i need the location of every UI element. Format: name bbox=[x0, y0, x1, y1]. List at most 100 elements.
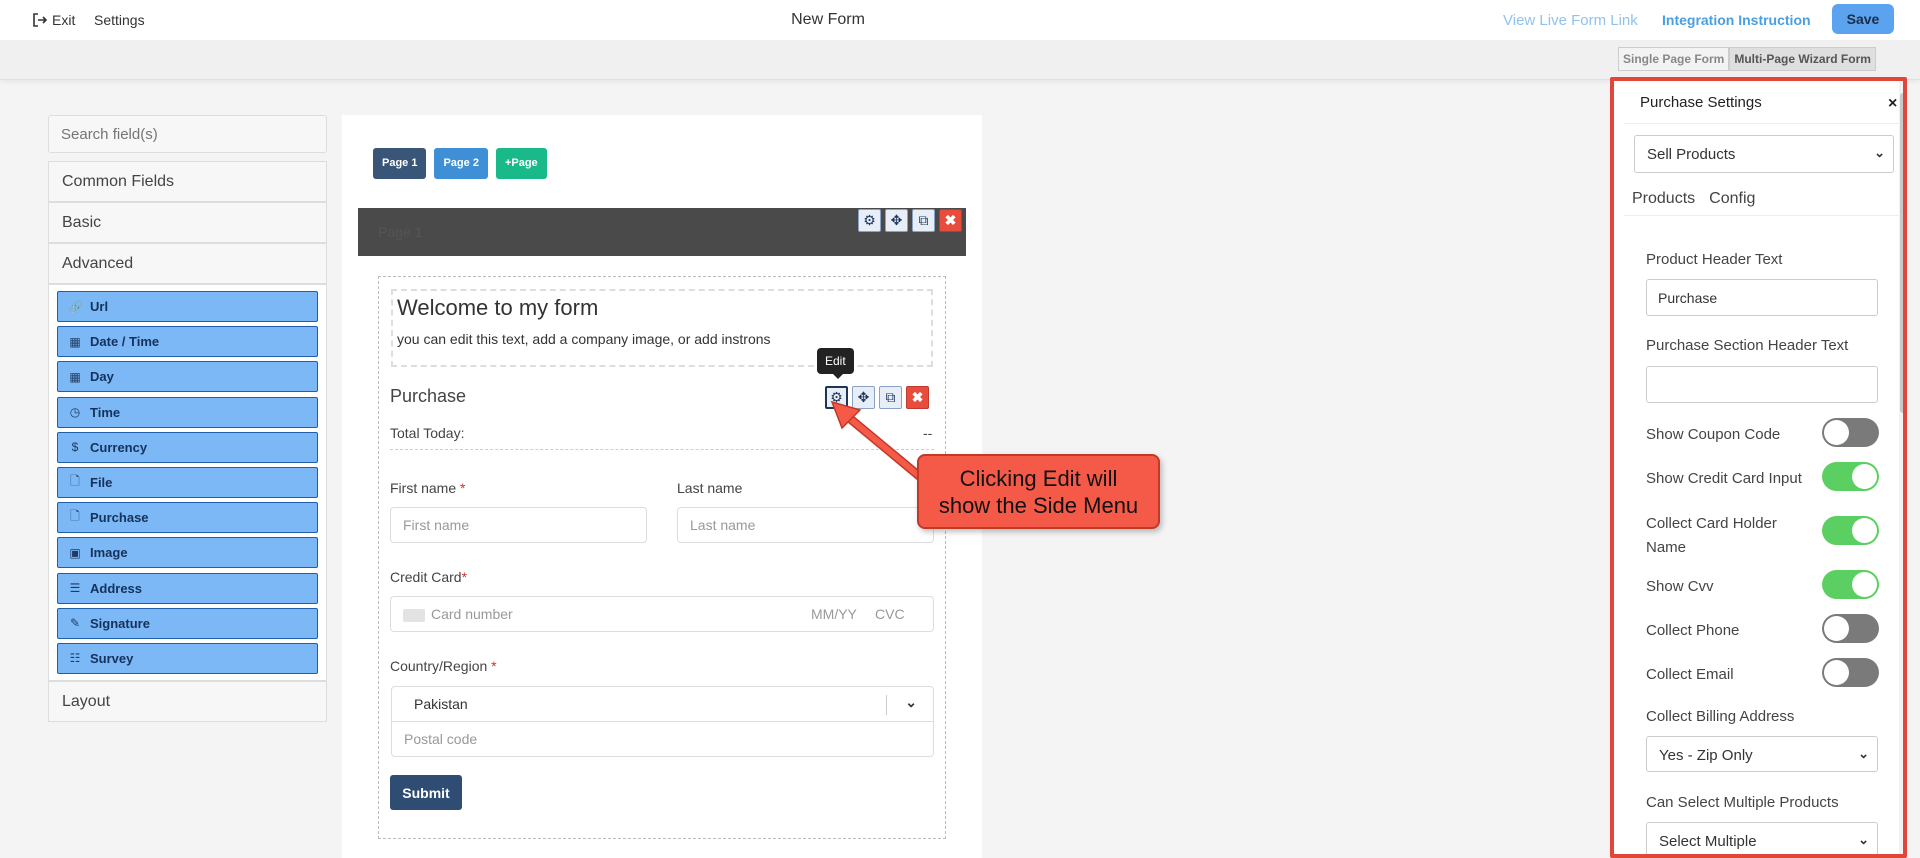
card-number-placeholder: Card number bbox=[431, 606, 513, 622]
accordion-layout[interactable]: Layout bbox=[48, 680, 327, 722]
field-label: Purchase bbox=[90, 510, 149, 526]
link-icon: 🔗 bbox=[68, 299, 83, 314]
field-sidebar: Common Fields Basic Advanced 🔗 Url ▦ Date … bbox=[48, 115, 327, 722]
product-header-input[interactable]: Purchase bbox=[1646, 279, 1878, 316]
accordion-basic[interactable]: Basic bbox=[48, 202, 327, 243]
billing-address-label: Collect Billing Address bbox=[1646, 708, 1795, 725]
toggle-knob bbox=[1824, 616, 1849, 641]
page-toolbar: ⚙ ✥ ⧉ ✖ bbox=[858, 209, 962, 232]
first-name-input[interactable]: First name bbox=[390, 507, 647, 543]
callout-line-1: Clicking Edit will bbox=[959, 466, 1118, 491]
field-label: Address bbox=[90, 580, 143, 596]
collect-email-toggle[interactable] bbox=[1822, 658, 1879, 687]
chevron-down-icon: ⌄ bbox=[1874, 145, 1885, 160]
credit-card-icon bbox=[403, 608, 425, 622]
multiple-products-select[interactable]: Select Multiple ⌄ bbox=[1646, 822, 1878, 854]
tab-multi-page-wizard-form[interactable]: Multi-Page Wizard Form bbox=[1729, 47, 1876, 71]
tab-config[interactable]: Config bbox=[1709, 190, 1755, 208]
show-cvv-toggle[interactable] bbox=[1822, 570, 1879, 599]
field-button-day[interactable]: ▦ Day bbox=[57, 361, 318, 393]
show-coupon-toggle[interactable] bbox=[1822, 418, 1879, 447]
field-button-file[interactable]: 🗋 File bbox=[57, 466, 318, 498]
accordion-advanced[interactable]: Advanced bbox=[48, 243, 327, 284]
copy-icon[interactable]: ⧉ bbox=[912, 209, 935, 232]
callout-line-2: show the Side Menu bbox=[938, 493, 1139, 518]
required-mark: * bbox=[460, 480, 466, 496]
field-button-address[interactable]: ☰ Address bbox=[57, 572, 318, 604]
required-mark: * bbox=[491, 658, 497, 674]
panel-scrollbar[interactable] bbox=[1899, 81, 1903, 854]
country-select[interactable]: Pakistan ⌄ bbox=[391, 686, 934, 722]
welcome-subtext: you can edit this text, add a company im… bbox=[397, 331, 771, 347]
image-icon: ▣ bbox=[69, 545, 81, 560]
show-cvv-label: Show Cvv bbox=[1646, 578, 1714, 595]
field-label: Image bbox=[90, 545, 128, 561]
card-number-input[interactable]: Card number MM/YY CVC bbox=[390, 596, 934, 632]
credit-card-label-text: Credit Card bbox=[390, 569, 462, 585]
section-header-input[interactable] bbox=[1646, 366, 1878, 403]
search-fields-input[interactable] bbox=[48, 115, 327, 153]
purchase-mode-select[interactable]: Sell Products ⌄ bbox=[1634, 135, 1894, 173]
multiple-products-label: Can Select Multiple Products bbox=[1646, 794, 1839, 811]
multiple-products-value: Select Multiple bbox=[1659, 833, 1757, 850]
move-icon[interactable]: ✥ bbox=[885, 209, 908, 232]
show-credit-card-toggle[interactable] bbox=[1822, 462, 1879, 491]
scrollbar-thumb[interactable] bbox=[1900, 93, 1903, 413]
required-mark: * bbox=[461, 569, 468, 585]
field-button-purchase[interactable]: 🗋 Purchase bbox=[57, 502, 318, 534]
page-1-button[interactable]: Page 1 bbox=[373, 148, 427, 179]
billing-address-select[interactable]: Yes - Zip Only ⌄ bbox=[1646, 736, 1878, 772]
file-icon: 🗋 bbox=[70, 473, 80, 488]
dollar-icon: $ bbox=[71, 440, 79, 455]
field-button-url[interactable]: 🔗 Url bbox=[57, 291, 318, 322]
collect-email-label: Collect Email bbox=[1646, 666, 1734, 683]
field-button-date-time[interactable]: ▦ Date / Time bbox=[57, 326, 318, 358]
product-header-label: Product Header Text bbox=[1646, 251, 1783, 268]
field-button-image[interactable]: ▣ Image bbox=[57, 537, 318, 569]
toggle-knob bbox=[1824, 420, 1849, 445]
total-label: Total Today: bbox=[390, 425, 465, 441]
first-name-label: First name * bbox=[390, 480, 465, 496]
field-label: Time bbox=[90, 404, 121, 420]
field-label: Currency bbox=[90, 439, 148, 455]
chevron-down-icon: ⌄ bbox=[1858, 832, 1869, 847]
close-icon[interactable]: × bbox=[1888, 95, 1897, 113]
toggle-knob bbox=[1824, 660, 1849, 685]
collect-card-holder-label: Collect Card Holder Name bbox=[1646, 515, 1777, 556]
field-label: Day bbox=[90, 369, 114, 385]
toggle-knob bbox=[1852, 464, 1877, 489]
toggle-knob bbox=[1852, 572, 1877, 597]
panel-divider bbox=[1624, 215, 1900, 216]
pencil-icon: ✎ bbox=[69, 616, 81, 631]
section-header-label: Purchase Section Header Text bbox=[1646, 337, 1849, 354]
submit-button[interactable]: Submit bbox=[390, 775, 462, 810]
collect-phone-toggle[interactable] bbox=[1822, 614, 1879, 643]
view-live-form-link[interactable]: View Live Form Link bbox=[1503, 12, 1638, 29]
field-label: Date / Time bbox=[90, 334, 160, 350]
edit-tooltip: Edit bbox=[817, 348, 854, 379]
list-icon: ☰ bbox=[69, 581, 81, 595]
delete-icon[interactable]: ✖ bbox=[939, 209, 962, 232]
save-button[interactable]: Save bbox=[1832, 4, 1894, 34]
panel-divider bbox=[1624, 123, 1900, 124]
field-button-survey[interactable]: ☷ Survey bbox=[57, 642, 318, 674]
last-name-input[interactable]: Last name bbox=[677, 507, 934, 543]
collect-card-holder-toggle[interactable] bbox=[1822, 516, 1879, 545]
file-icon: 🗋 bbox=[70, 509, 80, 524]
field-button-currency[interactable]: $ Currency bbox=[57, 431, 318, 463]
gear-icon[interactable]: ⚙ bbox=[858, 209, 881, 232]
page-2-button[interactable]: Page 2 bbox=[434, 148, 488, 179]
integration-instruction-link[interactable]: Integration Instruction bbox=[1662, 12, 1811, 28]
field-button-time[interactable]: ◷ Time bbox=[57, 396, 318, 428]
show-credit-card-label: Show Credit Card Input bbox=[1646, 470, 1802, 487]
postal-code-input[interactable]: Postal code bbox=[391, 721, 934, 757]
field-button-signature[interactable]: ✎ Signature bbox=[57, 607, 318, 639]
form-type-tabs: Single Page Form Multi-Page Wizard Form bbox=[1618, 47, 1876, 71]
add-page-button[interactable]: +Page bbox=[495, 148, 547, 179]
tab-products[interactable]: Products bbox=[1632, 190, 1695, 208]
annotation-callout: Clicking Edit will show the Side Menu bbox=[917, 454, 1160, 529]
country-value: Pakistan bbox=[414, 696, 468, 712]
accordion-common-fields[interactable]: Common Fields bbox=[48, 161, 327, 202]
tab-single-page-form[interactable]: Single Page Form bbox=[1618, 47, 1730, 71]
field-label: Signature bbox=[90, 615, 150, 631]
